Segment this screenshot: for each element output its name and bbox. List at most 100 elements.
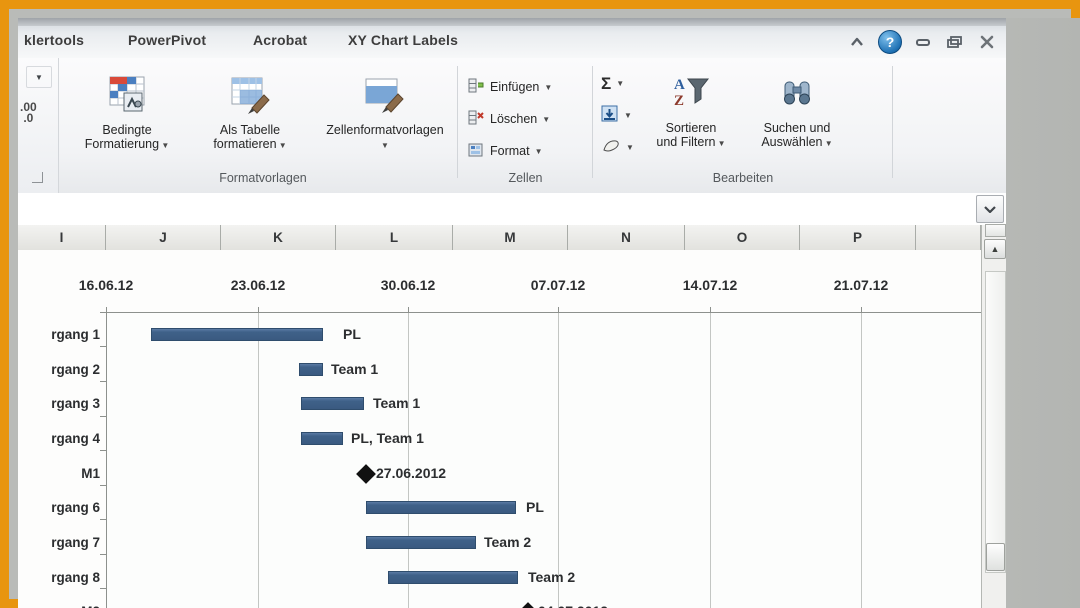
- chevron-down-icon[interactable]: ▼: [715, 139, 726, 148]
- chevron-down-icon[interactable]: ▼: [823, 139, 833, 148]
- task-label-3: rgang 3: [51, 396, 100, 411]
- column-header-m[interactable]: M: [453, 225, 568, 250]
- autosum-button[interactable]: Σ ▼: [601, 72, 624, 94]
- clear-button[interactable]: ▼: [601, 136, 634, 158]
- close-icon[interactable]: [976, 32, 998, 52]
- group-label-bearbeiten: Bearbeiten: [712, 171, 774, 185]
- x-tick: [106, 307, 107, 313]
- help-icon[interactable]: ?: [878, 30, 902, 54]
- zellenformatvorlagen-button[interactable]: Zellenformatvorlagen ▼: [310, 74, 460, 153]
- column-header-n[interactable]: N: [568, 225, 685, 250]
- format-as-table-icon: [196, 74, 304, 119]
- sortieren-label-2: und Filtern: [656, 135, 716, 149]
- tab-xy-chart-labels[interactable]: XY Chart Labels: [348, 30, 458, 50]
- y-tick: [100, 346, 106, 347]
- format-button[interactable]: Format ▼: [468, 140, 543, 162]
- resource-label-1: PL: [343, 326, 361, 342]
- resource-label-6: PL: [526, 499, 544, 515]
- gridline-vertical: [558, 312, 559, 608]
- scrollbar-track[interactable]: [985, 271, 1006, 573]
- worksheet-area[interactable]: 16.06.12 23.06.12 30.06.12 07.07.12 14.0…: [18, 250, 981, 608]
- loeschen-label: Löschen: [490, 112, 538, 126]
- format-label: Format: [490, 144, 530, 158]
- gantt-bar-8[interactable]: [388, 571, 518, 584]
- x-axis-label-6: 21.07.12: [833, 277, 889, 293]
- y-tick: [100, 416, 106, 417]
- x-axis-label-1: 16.06.12: [78, 277, 134, 293]
- fill-button[interactable]: ▼: [601, 104, 632, 126]
- restore-icon[interactable]: [944, 32, 966, 52]
- gantt-bar-1[interactable]: [151, 328, 323, 341]
- excel-window: klertools PowerPivot Acrobat XY Chart La…: [18, 18, 1006, 608]
- resource-label-7: Team 2: [484, 534, 532, 550]
- y-tick: [100, 312, 106, 313]
- scrollbar-thumb[interactable]: [986, 543, 1005, 571]
- column-header-l[interactable]: L: [336, 225, 453, 250]
- resource-label-3: Team 1: [373, 395, 421, 411]
- svg-text:Z: Z: [674, 93, 684, 109]
- y-tick: [100, 485, 106, 486]
- chevron-down-icon[interactable]: ▼: [626, 143, 634, 152]
- suchen-und-auswaehlen-button[interactable]: Suchen und Auswählen ▼: [745, 74, 849, 151]
- loeschen-button[interactable]: Löschen ▼: [468, 108, 550, 130]
- split-box[interactable]: [985, 224, 1006, 237]
- chevron-down-icon[interactable]: ▼: [159, 141, 169, 150]
- column-header-k[interactable]: K: [221, 225, 336, 250]
- column-header-j[interactable]: J: [106, 225, 221, 250]
- gantt-chart: 16.06.12 23.06.12 30.06.12 07.07.12 14.0…: [18, 250, 981, 608]
- suchen-label-1: Suchen und: [763, 121, 831, 135]
- desktop-background: klertools PowerPivot Acrobat XY Chart La…: [18, 18, 1080, 608]
- task-label-1: rgang 1: [51, 327, 100, 342]
- gridline-vertical: [408, 312, 409, 608]
- tab-powerpivot[interactable]: PowerPivot: [128, 30, 206, 50]
- vertical-scrollbar[interactable]: ▲: [981, 224, 1006, 608]
- tab-entwicklertools[interactable]: klertools: [24, 30, 84, 50]
- binoculars-icon: [745, 74, 849, 117]
- chevron-down-icon[interactable]: ▼: [542, 115, 550, 124]
- ribbon-group-bearbeiten: Σ ▼ ▼ ▼ A Z Sortieren und Filtern ▼ Such…: [593, 58, 893, 193]
- chart-plot-area: [106, 312, 981, 608]
- chevron-down-icon[interactable]: ▼: [535, 147, 543, 156]
- minimize-icon[interactable]: [912, 32, 934, 52]
- chevron-down-icon[interactable]: ▼: [624, 111, 632, 120]
- chevron-down-icon[interactable]: ▼: [381, 141, 389, 150]
- x-axis-label-4: 07.07.12: [530, 277, 586, 293]
- chevron-down-icon[interactable]: ▼: [277, 141, 287, 150]
- svg-text:A: A: [674, 77, 685, 93]
- einfuegen-button[interactable]: Einfügen ▼: [468, 76, 552, 98]
- zellenformatvorlagen-label: Zellenformatvorlagen: [326, 123, 444, 137]
- tab-acrobat[interactable]: Acrobat: [253, 30, 307, 50]
- x-tick: [710, 307, 711, 313]
- collapse-ribbon-icon[interactable]: [846, 32, 868, 52]
- task-label-2: rgang 2: [51, 362, 100, 377]
- screenshot-frame: klertools PowerPivot Acrobat XY Chart La…: [0, 0, 1080, 608]
- einfuegen-label: Einfügen: [490, 80, 540, 94]
- gantt-bar-2[interactable]: [299, 363, 323, 376]
- number-format-dropdown-icon[interactable]: ▼: [26, 66, 52, 88]
- chevron-down-icon[interactable]: ▼: [544, 83, 552, 92]
- ribbon-group-zellen: Einfügen ▼ Löschen ▼ Format ▼ Zellen: [458, 58, 593, 193]
- x-tick: [408, 307, 409, 313]
- column-header-o[interactable]: O: [685, 225, 800, 250]
- x-tick: [861, 307, 862, 313]
- gantt-bar-4[interactable]: [301, 432, 343, 445]
- decimal-buttons-icon[interactable]: .00 .0: [20, 101, 37, 124]
- gantt-bar-3[interactable]: [301, 397, 364, 410]
- task-label-8: rgang 8: [51, 570, 100, 585]
- als-tabelle-formatieren-button[interactable]: Als Tabelle formatieren ▼: [196, 74, 304, 153]
- formula-bar[interactable]: [18, 193, 1006, 226]
- formula-bar-expand-icon[interactable]: [976, 195, 1004, 223]
- task-label-7: rgang 7: [51, 535, 100, 550]
- chevron-down-icon[interactable]: ▼: [616, 79, 624, 88]
- gantt-bar-7[interactable]: [366, 536, 476, 549]
- column-header-extra[interactable]: [916, 225, 981, 250]
- column-header-i[interactable]: I: [18, 225, 106, 250]
- window-controls: ?: [846, 30, 998, 54]
- scroll-up-button[interactable]: ▲: [984, 239, 1006, 259]
- sortieren-und-filtern-button[interactable]: A Z Sortieren und Filtern ▼: [643, 74, 739, 151]
- gantt-bar-6[interactable]: [366, 501, 516, 514]
- bedingte-formatierung-button[interactable]: Bedingte Formatierung ▼: [68, 74, 186, 153]
- dialog-launcher-icon[interactable]: [32, 172, 43, 183]
- group-label-formatvorlagen: Formatvorlagen: [219, 171, 307, 185]
- column-header-p[interactable]: P: [800, 225, 916, 250]
